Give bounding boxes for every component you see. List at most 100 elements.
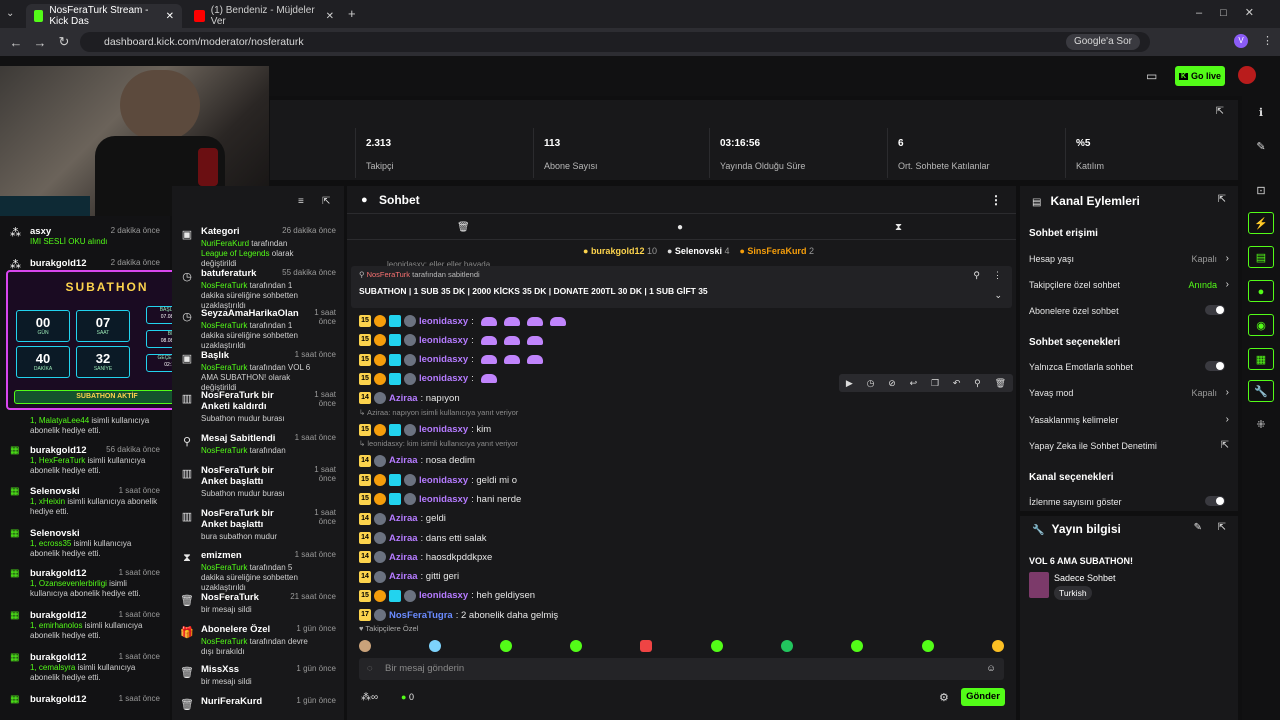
chat-username[interactable]: leonidasxy [419,354,468,365]
new-tab-icon[interactable]: + [348,6,356,21]
popout-icon[interactable]: ⇱ [1216,106,1224,117]
chat-message[interactable]: 14 Aziraa: napıyon [359,390,460,406]
emote-icon[interactable] [710,640,723,652]
broadcast-icon[interactable]: ◉ [1248,314,1274,336]
info-icon[interactable]: ℹ [1248,102,1274,124]
chat-message[interactable]: 15 leonidasxy: [359,332,543,348]
gifter-chip[interactable]: ● Selenovski 4 [667,246,730,256]
menu-icon[interactable]: ⋮ [1262,34,1273,47]
emote-icon[interactable] [780,640,793,652]
chat-message[interactable]: 14 Aziraa: geldi [359,511,446,527]
chat-message[interactable]: 14 Aziraa: nosa dedim [359,453,475,469]
setting-emote-only[interactable]: Yalnızca Emotlarla sohbet [1029,361,1229,372]
pin-icon[interactable]: ⚲ [974,378,981,389]
emote-icon[interactable] [569,640,582,652]
ban-icon[interactable]: ⊘ [888,378,896,389]
setting-show-viewers[interactable]: İzlenme sayısını göster [1029,496,1229,507]
setting-slow-mode[interactable]: Yavaş mod Kapalı › [1029,387,1229,398]
back-icon[interactable]: ← [4,35,28,50]
emoji-icon[interactable]: ☺ [986,658,996,680]
pinned-menu-icon[interactable]: ⋮ [993,270,1002,281]
chat-username[interactable]: leonidasxy [419,494,468,505]
chat-input[interactable]: ◌ Bir mesaj gönderin ☺ [359,658,1004,680]
chat-username[interactable]: NosFeraTugra [389,610,453,621]
chat-message[interactable]: 15 leonidasxy: kim [359,422,491,438]
close-tab-icon[interactable]: ✕ [166,11,174,22]
chat-username[interactable]: leonidasxy [419,373,468,384]
chat-username[interactable]: leonidasxy [419,590,468,601]
edit-icon[interactable]: ✎ [1248,136,1274,158]
chat-username[interactable]: Aziraa [389,513,418,524]
setting-account-age[interactable]: Hesap yaşı Kapalı › [1029,253,1229,264]
chat-message[interactable]: 15 leonidasxy: heh geldiysen [359,588,535,604]
chat-username[interactable]: leonidasxy [419,424,468,435]
list-icon[interactable]: ▦ [1248,348,1274,370]
chat-username[interactable]: Aziraa [389,455,418,466]
gifter-chip[interactable]: ● SinsFeraKurd 2 [739,246,813,256]
emote-icon[interactable] [359,640,371,652]
play-icon[interactable]: ▶ [846,378,853,389]
kicks-balance[interactable]: ● 0 [401,692,414,702]
user-avatar[interactable] [1238,66,1256,84]
undo-icon[interactable]: ↶ [953,378,961,389]
send-button[interactable]: Gönder [961,688,1005,706]
filter-icon[interactable]: ≡ [298,196,304,207]
chat-message[interactable]: 15 leonidasxy: [359,371,497,387]
chat-message[interactable]: 15 leonidasxy: geldi mi o [359,472,517,488]
emote-icon[interactable] [851,640,864,652]
chat-username[interactable]: Aziraa [389,393,418,404]
setting-subscribers-only[interactable]: Abonelere özel sohbet [1029,305,1229,316]
url-field[interactable]: dashboard.kick.com/moderator/nosferaturk… [80,32,1150,52]
chat-menu-icon[interactable]: ⋮ [990,186,1002,214]
go-live-button[interactable]: K Go live [1175,66,1225,86]
setting-banned-words[interactable]: Yasaklanmış kelimeler › [1029,414,1229,425]
edit-pencil-icon[interactable]: ✎ [1194,522,1202,533]
popout-icon[interactable]: ⇱ [1218,522,1226,533]
reload-icon[interactable]: ↻ [52,34,76,50]
chat-username[interactable]: leonidasxy [419,335,468,346]
tool-icon[interactable]: 🔧 [1248,380,1274,402]
chat-username[interactable]: leonidasxy [419,316,468,327]
tab-list-icon[interactable]: ⌄ [6,8,14,19]
setting-followers-only[interactable]: Takipçilere özel sohbet Anında › [1029,279,1229,290]
gifter-chip[interactable]: ● burakgold12 10 [583,246,657,256]
settings-gear-icon[interactable]: ⚙ [939,691,949,704]
emote-icon[interactable] [921,640,934,652]
chat-message[interactable]: 15 leonidasxy: [359,313,566,329]
channel-points-icon[interactable]: ⁂∞ [361,692,378,703]
tab-timeouts-icon[interactable]: ⧗ [895,222,902,233]
tab-deleted-icon[interactable]: 🗑 [457,222,470,233]
emote-icon[interactable] [991,640,1004,652]
bolt-icon[interactable]: ⚡ [1248,212,1274,234]
profile-avatar[interactable]: V [1234,34,1248,48]
emote-icon[interactable] [429,640,442,652]
unpin-icon[interactable]: ⚲ [973,270,980,281]
toggle-switch[interactable] [1205,305,1225,315]
chat-message[interactable]: 15 leonidasxy: [359,352,543,368]
chat-icon[interactable]: ● [1248,280,1274,302]
reply-icon[interactable]: ↩ [910,378,918,389]
google-sor-button[interactable]: Google'a Sor [1065,34,1140,50]
popout-icon[interactable]: ⇱ [322,196,330,207]
setting-ai-moderation[interactable]: Yapay Zeka ile Sohbet Denetimi ⇱ [1029,440,1229,451]
tab-kick-dashboard[interactable]: NosFeraTurk Stream - Kick Das ✕ [26,4,182,28]
emote-icon[interactable] [640,640,653,652]
chat-username[interactable]: Aziraa [389,552,418,563]
chat-message[interactable]: 14 Aziraa: dans etti salak [359,530,487,546]
theater-icon[interactable]: ▭ [1146,69,1157,83]
window-controls[interactable]: –□✕ [1196,6,1272,19]
forward-icon[interactable]: → [28,35,52,50]
chat-username[interactable]: Aziraa [389,571,418,582]
close-tab-icon[interactable]: ✕ [326,11,334,22]
document-icon[interactable]: ▤ [1248,246,1274,268]
delete-icon[interactable]: 🗑 [995,378,1006,389]
chat-username[interactable]: leonidasxy [419,475,468,486]
popout-icon[interactable]: ⇱ [1218,194,1226,205]
toggle-switch[interactable] [1205,496,1225,506]
chat-message[interactable]: 15 leonidasxy: hani nerde [359,491,521,507]
expand-chevron-icon[interactable]: ⌄ [994,290,1002,301]
add-widget-icon[interactable]: ⁜ [1248,414,1274,436]
copy-icon[interactable]: ❐ [931,378,939,389]
chat-username[interactable]: Aziraa [389,533,418,544]
tab-chat-icon[interactable]: ● [677,222,683,233]
